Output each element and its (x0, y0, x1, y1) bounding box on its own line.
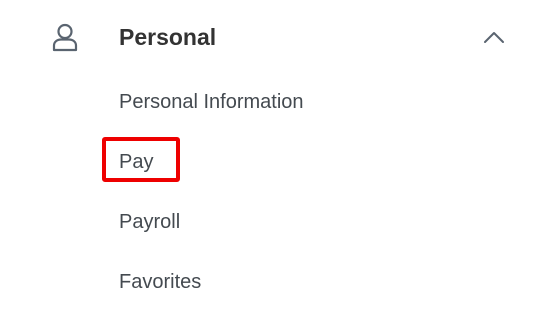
section-title: Personal (119, 24, 217, 50)
personal-section-header[interactable]: Personal (0, 0, 552, 74)
chevron-up-icon[interactable] (482, 28, 506, 46)
menu-item-payroll[interactable]: Payroll (119, 208, 180, 236)
menu-item-favorites[interactable]: Favorites (119, 268, 201, 296)
menu-item-pay[interactable]: Pay (119, 148, 153, 176)
person-icon (50, 22, 80, 52)
menu-item-personal-information[interactable]: Personal Information (119, 88, 304, 116)
